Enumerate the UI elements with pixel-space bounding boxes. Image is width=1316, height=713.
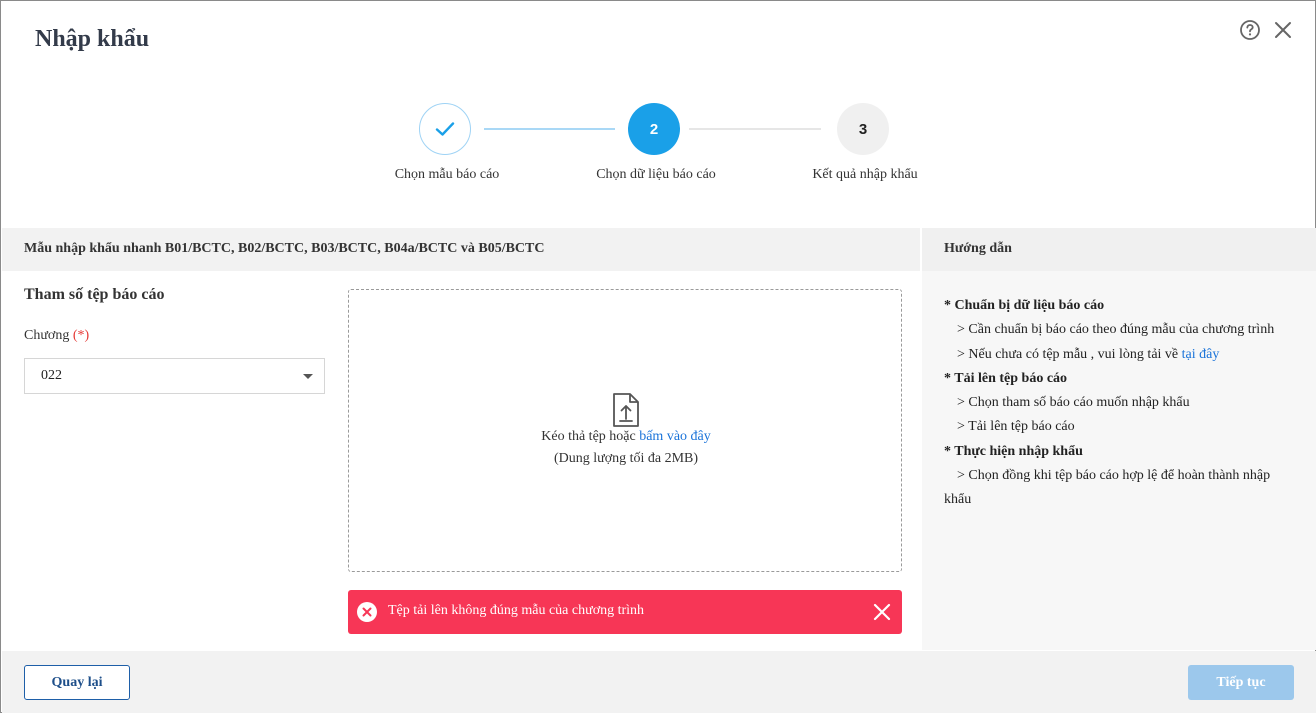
template-header-text: Mẫu nhập khẩu nhanh B01/BCTC, B02/BCTC, …: [24, 241, 545, 256]
stepper: 2 3 Chọn mẫu báo cáo Chọn dữ liệu báo cá…: [1, 101, 1316, 191]
guide-section-2-item-1: > Chọn tham số báo cáo muốn nhập khẩu: [957, 395, 1190, 411]
guide-section-1-item-1: > Cần chuẩn bị báo cáo theo đúng mẫu của…: [957, 322, 1275, 338]
step-1-circle: [419, 103, 471, 155]
guide-section-1-item-2: > Nếu chưa có tệp mẫu , vui lòng tải về …: [944, 343, 1304, 367]
help-icon[interactable]: [1239, 19, 1261, 41]
guide-section-2-title: * Tải lên tệp báo cáo: [944, 370, 1068, 386]
step-3-circle: 3: [837, 103, 889, 155]
required-mark: (*): [72, 328, 90, 343]
next-button[interactable]: Tiếp tục: [1188, 665, 1294, 700]
close-icon[interactable]: [1272, 19, 1294, 41]
dropzone-text: Kéo thả tệp hoặc bấm vào đây: [349, 429, 903, 445]
template-header: Mẫu nhập khẩu nhanh B01/BCTC, B02/BCTC, …: [2, 228, 920, 271]
guide-section-3-item-1-cont: khẩu: [944, 492, 972, 508]
step-3-label: Kết quả nhập khẩu: [812, 167, 918, 182]
dropzone-size-note: (Dung lượng tối đa 2MB): [553, 451, 699, 466]
step-connector-2: [689, 128, 821, 130]
guide-section-1-title: * Chuẩn bị dữ liệu báo cáo: [944, 298, 1105, 313]
caret-down-icon: [303, 374, 313, 379]
guide-section-3-item-1: > Chọn đồng khi tệp báo cáo hợp lệ để ho…: [957, 468, 1271, 484]
chapter-select-value: 022: [41, 368, 62, 383]
guide-download-text: > Nếu chưa có tệp mẫu , vui lòng tải về: [957, 346, 1179, 362]
chapter-label: Chương (*): [24, 328, 89, 344]
import-dialog: Nhập khẩu 2 3 Chọn mẫu báo cáo Chọn dữ l…: [0, 0, 1316, 713]
guide-section-2-item-2: > Tải lên tệp báo cáo: [957, 419, 1075, 435]
step-1-label: Chọn mẫu báo cáo: [394, 167, 500, 182]
guide-content: * Chuẩn bị dữ liệu báo cáo > Cần chuẩn b…: [944, 294, 1304, 513]
check-icon: [435, 122, 455, 136]
params-title: Tham số tệp báo cáo: [24, 286, 165, 303]
dialog-footer: Quay lại Tiếp tục: [2, 651, 1316, 713]
error-alert: Tệp tải lên không đúng mẫu của chương tr…: [348, 590, 902, 634]
browse-link[interactable]: bấm vào đây: [639, 429, 711, 444]
guide-panel: Hướng dẫn * Chuẩn bị dữ liệu báo cáo > C…: [922, 228, 1316, 650]
file-upload-icon: [613, 393, 639, 427]
chapter-select[interactable]: 022: [24, 358, 325, 394]
error-close-icon[interactable]: [872, 602, 892, 622]
back-button[interactable]: Quay lại: [24, 665, 130, 700]
step-connector-1: [484, 128, 615, 130]
file-dropzone[interactable]: Kéo thả tệp hoặc bấm vào đây (Dung lượng…: [348, 289, 902, 572]
template-download-link[interactable]: tại đây: [1182, 347, 1220, 362]
guide-header-text: Hướng dẫn: [944, 241, 1012, 256]
chapter-label-text: Chương: [24, 328, 70, 343]
error-message: Tệp tải lên không đúng mẫu của chương tr…: [388, 603, 645, 618]
step-2-label: Chọn dữ liệu báo cáo: [596, 167, 716, 182]
error-x-circle-icon: [357, 602, 377, 622]
dropzone-prefix: Kéo thả tệp hoặc: [541, 429, 636, 444]
step-2-circle: 2: [628, 103, 680, 155]
dialog-title: Nhập khẩu: [35, 26, 150, 52]
guide-section-3-title: * Thực hiện nhập khẩu: [944, 443, 1083, 459]
guide-header: Hướng dẫn: [922, 228, 1316, 271]
